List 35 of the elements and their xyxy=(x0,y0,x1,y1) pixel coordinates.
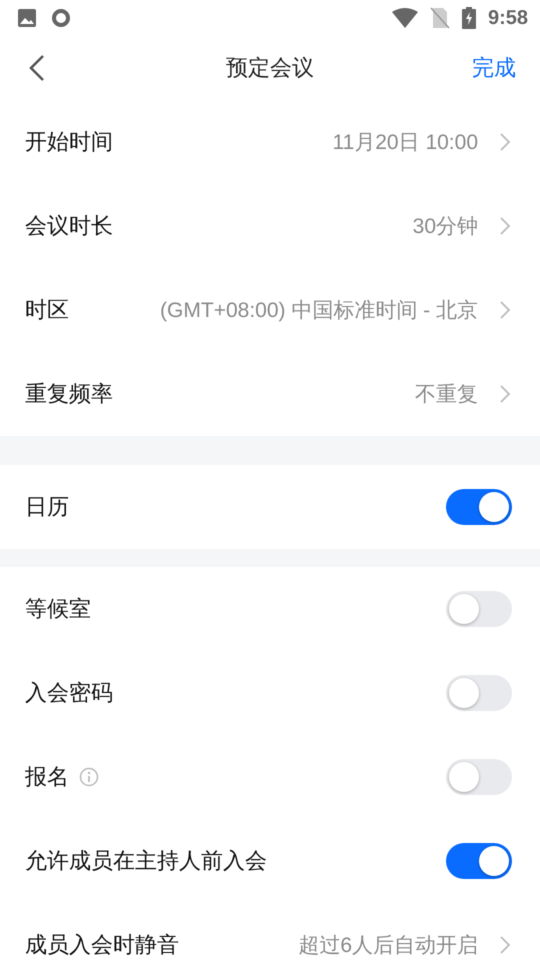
toggle-switch[interactable] xyxy=(446,675,512,711)
chevron-right-icon xyxy=(500,936,510,954)
done-button[interactable]: 完成 xyxy=(472,53,516,83)
setting-value[interactable]: 30分钟 xyxy=(412,212,478,240)
battery-icon xyxy=(462,7,476,29)
no-sim-icon xyxy=(430,7,450,29)
info-icon[interactable] xyxy=(79,767,99,787)
setting-value[interactable]: 不重复 xyxy=(415,380,478,408)
chevron-right-icon xyxy=(500,133,510,151)
toggle-switch[interactable] xyxy=(446,489,512,525)
setting-label: 报名 xyxy=(25,764,69,792)
chevron-right-icon xyxy=(500,217,510,235)
setting-label: 会议时长 xyxy=(25,213,113,241)
setting-value[interactable]: 11月20日 10:00 xyxy=(332,128,478,156)
status-time: 9:58 xyxy=(488,6,528,30)
wifi-icon xyxy=(392,8,418,28)
setting-label: 成员入会时静音 xyxy=(25,932,179,960)
setting-label: 日历 xyxy=(25,494,69,522)
image-icon xyxy=(17,8,37,28)
toggle-switch[interactable] xyxy=(446,843,512,879)
chevron-right-icon xyxy=(500,385,510,403)
toggle-switch[interactable] xyxy=(446,591,512,627)
toggle-switch[interactable] xyxy=(446,759,512,795)
page-title: 预定会议 xyxy=(226,55,314,83)
setting-label: 时区 xyxy=(25,297,69,325)
setting-value[interactable]: (GMT+08:00) 中国标准时间 - 北京 xyxy=(160,296,478,324)
setting-label: 入会密码 xyxy=(25,680,113,708)
setting-label: 开始时间 xyxy=(25,129,113,157)
circle-icon xyxy=(51,8,71,28)
chevron-right-icon xyxy=(500,301,510,319)
setting-label: 等候室 xyxy=(25,596,91,624)
setting-label: 允许成员在主持人前入会 xyxy=(25,848,267,876)
setting-label: 重复频率 xyxy=(25,381,113,409)
back-icon[interactable] xyxy=(28,54,46,82)
setting-value[interactable]: 超过6人后自动开启 xyxy=(298,931,478,959)
